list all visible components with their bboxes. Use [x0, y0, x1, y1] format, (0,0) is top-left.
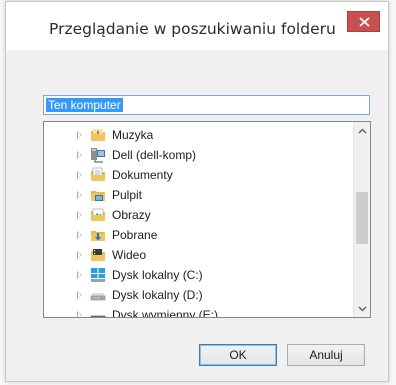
- tree-item-label: Dokumenty: [112, 168, 173, 182]
- expand-arrow-icon[interactable]: [77, 131, 82, 139]
- expand-arrow-icon[interactable]: [77, 271, 82, 279]
- tree-item-obrazy[interactable]: Obrazy: [44, 205, 344, 225]
- dialog-body: Ten komputer Muzyka Dell (dell-komp) Dok…: [6, 50, 388, 381]
- scrollbar-thumb[interactable]: [356, 192, 368, 244]
- tree-item-label: Pobrane: [112, 228, 158, 242]
- tree-item-pobrane[interactable]: Pobrane: [44, 225, 344, 245]
- tree-item-dokumenty[interactable]: Dokumenty: [44, 165, 344, 185]
- expand-arrow-icon[interactable]: [77, 291, 82, 299]
- documents-folder-icon: [91, 167, 105, 181]
- tree-scrollbar[interactable]: [353, 122, 370, 317]
- videos-folder-icon: [91, 249, 105, 261]
- scroll-down-button[interactable]: [354, 300, 370, 317]
- tree-item-label: Dysk wymienny (E:): [112, 308, 219, 318]
- folder-tree-list: Muzyka Dell (dell-komp) Dokumenty Pulpit…: [44, 125, 344, 318]
- close-button[interactable]: [347, 11, 380, 32]
- tree-item-label: Pulpit: [112, 188, 143, 202]
- expand-arrow-icon[interactable]: [77, 231, 82, 239]
- tree-item-pulpit[interactable]: Pulpit: [44, 185, 344, 205]
- tree-item-dell[interactable]: Dell (dell-komp): [44, 145, 344, 165]
- hard-drive-icon: [90, 293, 106, 301]
- tree-item-label: Obrazy: [112, 208, 151, 222]
- downloads-folder-icon: [91, 231, 105, 241]
- selected-folder-field[interactable]: Ten komputer: [43, 95, 370, 115]
- expand-arrow-icon[interactable]: [77, 171, 82, 179]
- expand-arrow-icon[interactable]: [77, 311, 82, 317]
- tree-item-drive-e[interactable]: Dysk wymienny (E:): [44, 305, 344, 318]
- tree-item-label: Muzyka: [112, 128, 154, 142]
- tree-item-label: Dysk lokalny (C:): [112, 268, 203, 282]
- folder-tree[interactable]: Muzyka Dell (dell-komp) Dokumenty Pulpit…: [43, 121, 371, 318]
- tree-item-label: Dell (dell-komp): [112, 148, 197, 162]
- dialog-title: Przeglądanie w poszukiwaniu folderu: [49, 20, 336, 38]
- scroll-up-button[interactable]: [354, 122, 370, 139]
- desktop-folder-icon: [91, 191, 105, 201]
- expand-arrow-icon[interactable]: [77, 211, 82, 219]
- ok-button[interactable]: OK: [199, 344, 277, 366]
- tree-item-wideo[interactable]: Wideo: [44, 245, 344, 265]
- music-folder-icon: [91, 129, 105, 141]
- selected-folder-text[interactable]: Ten komputer: [46, 98, 123, 112]
- tree-item-drive-c[interactable]: Dysk lokalny (C:): [44, 265, 344, 285]
- close-icon: [359, 17, 370, 27]
- browse-folder-dialog: Przeglądanie w poszukiwaniu folderu Ten …: [5, 1, 389, 382]
- network-computer-icon: [91, 148, 105, 163]
- windows-drive-icon: [91, 268, 105, 282]
- removable-drive-icon: [90, 315, 106, 317]
- tree-item-label: Wideo: [112, 248, 147, 262]
- pictures-folder-icon: [91, 208, 105, 221]
- cancel-button[interactable]: Anuluj: [287, 344, 365, 366]
- expand-arrow-icon[interactable]: [77, 251, 82, 259]
- title-bar[interactable]: Przeglądanie w poszukiwaniu folderu: [6, 2, 388, 50]
- expand-arrow-icon[interactable]: [77, 191, 82, 199]
- tree-item-label: Dysk lokalny (D:): [112, 288, 203, 302]
- chevron-down-icon: [358, 306, 367, 312]
- chevron-up-icon: [358, 128, 367, 134]
- tree-item-drive-d[interactable]: Dysk lokalny (D:): [44, 285, 344, 305]
- expand-arrow-icon[interactable]: [77, 151, 82, 159]
- tree-item-muzyka[interactable]: Muzyka: [44, 125, 344, 145]
